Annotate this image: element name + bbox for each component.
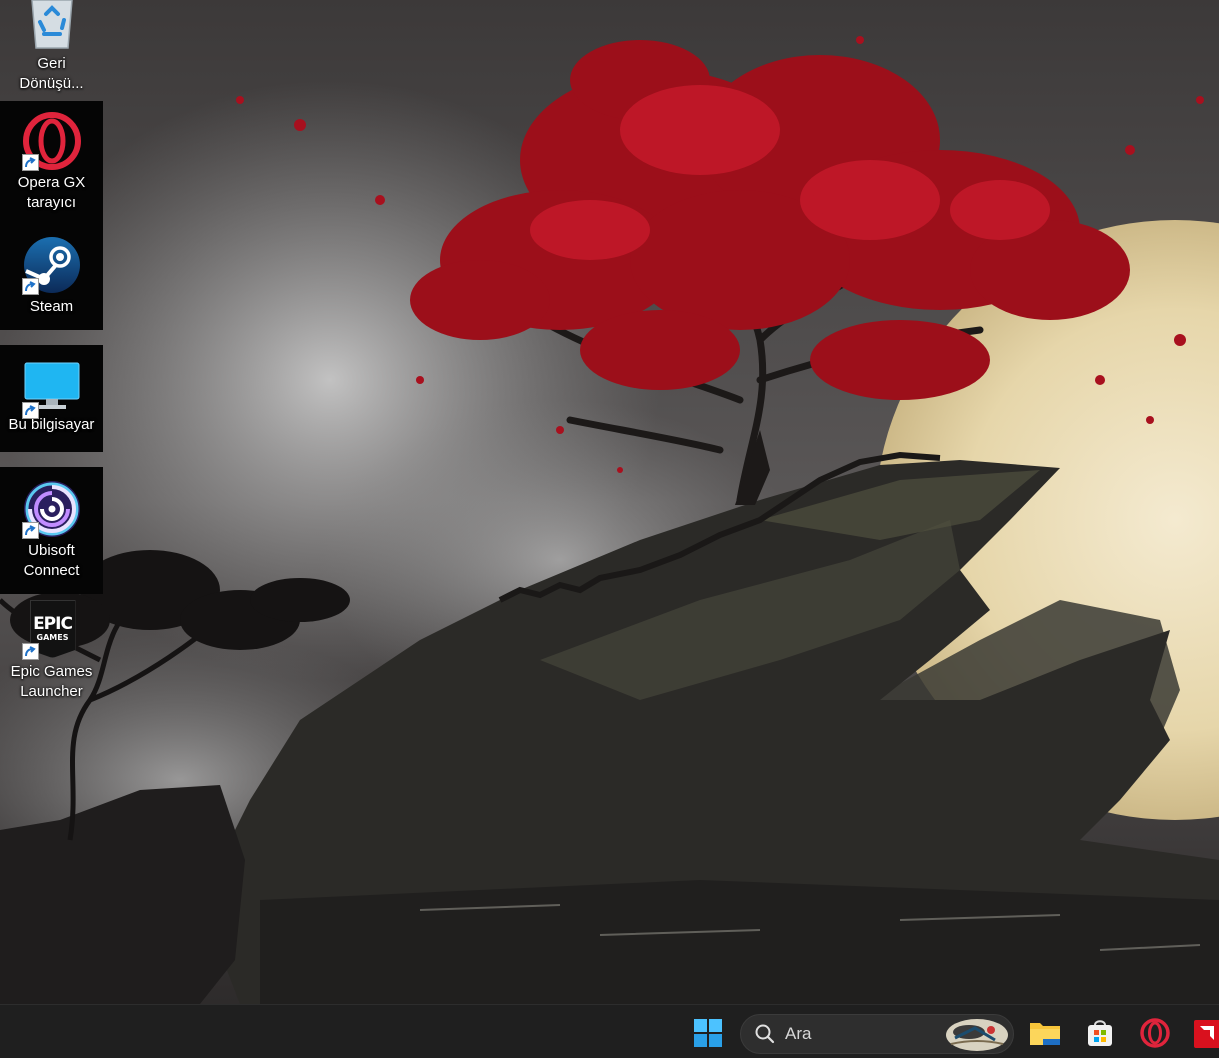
search-highlight-image (946, 1019, 1008, 1051)
shortcut-arrow-icon (21, 154, 39, 171)
steam-label: Steam (29, 298, 74, 315)
desktop[interactable]: Geri Dönüşü... Opera GX tarayıcı Steam B… (0, 0, 1219, 1004)
epic-games-label: Epic Games Launcher (10, 663, 93, 700)
steam-icon (21, 235, 82, 295)
ubisoft-connect-icon-item[interactable]: Ubisoft Connect (0, 467, 103, 594)
amd-icon (1194, 1020, 1219, 1048)
this-pc-icon (21, 359, 82, 419)
ubisoft-connect-icon (21, 479, 82, 539)
opera-gx-icon (21, 111, 82, 171)
epic-logo-text: EPIC (33, 614, 73, 634)
recycle-bin-icon (22, 0, 82, 50)
wallpaper (0, 0, 1219, 1004)
shortcut-arrow-icon (21, 643, 39, 660)
store-icon (1088, 1020, 1112, 1046)
shortcut-arrow-icon (21, 402, 39, 419)
opera-gx-label: Opera GX tarayıcı (17, 174, 86, 211)
amd-taskbar-button[interactable] (1190, 1013, 1219, 1053)
start-button[interactable] (688, 1013, 728, 1053)
shortcut-arrow-icon (21, 278, 39, 295)
opera-gx-icon-item[interactable]: Opera GX tarayıcı (0, 101, 103, 223)
epic-games-icon: EPIC GAMES (21, 600, 82, 660)
epic-games-icon-item[interactable]: EPIC GAMES Epic Games Launcher (0, 594, 103, 706)
shortcut-arrow-icon (21, 522, 39, 539)
opera-taskbar-button[interactable] (1135, 1013, 1175, 1053)
search-icon (755, 1024, 775, 1044)
recycle-bin-label: Geri Dönüşü... (19, 55, 84, 92)
search-box[interactable]: Ara (740, 1014, 1014, 1054)
file-explorer-button[interactable] (1025, 1013, 1065, 1053)
microsoft-store-button[interactable] (1080, 1013, 1120, 1053)
steam-icon-item[interactable]: Steam (0, 223, 103, 330)
search-placeholder: Ara (785, 1024, 812, 1043)
this-pc-icon-item[interactable]: Bu bilgisayar (0, 345, 103, 452)
folder-icon (1030, 1023, 1060, 1045)
ubisoft-connect-label: Ubisoft Connect (23, 542, 80, 579)
epic-logo-subtext: GAMES (36, 633, 69, 642)
recycle-bin-icon-item[interactable]: Geri Dönüşü... (0, 0, 103, 100)
opera-icon (1140, 1018, 1170, 1048)
windows-logo-icon (694, 1019, 722, 1047)
taskbar: Ara (0, 1004, 1219, 1058)
